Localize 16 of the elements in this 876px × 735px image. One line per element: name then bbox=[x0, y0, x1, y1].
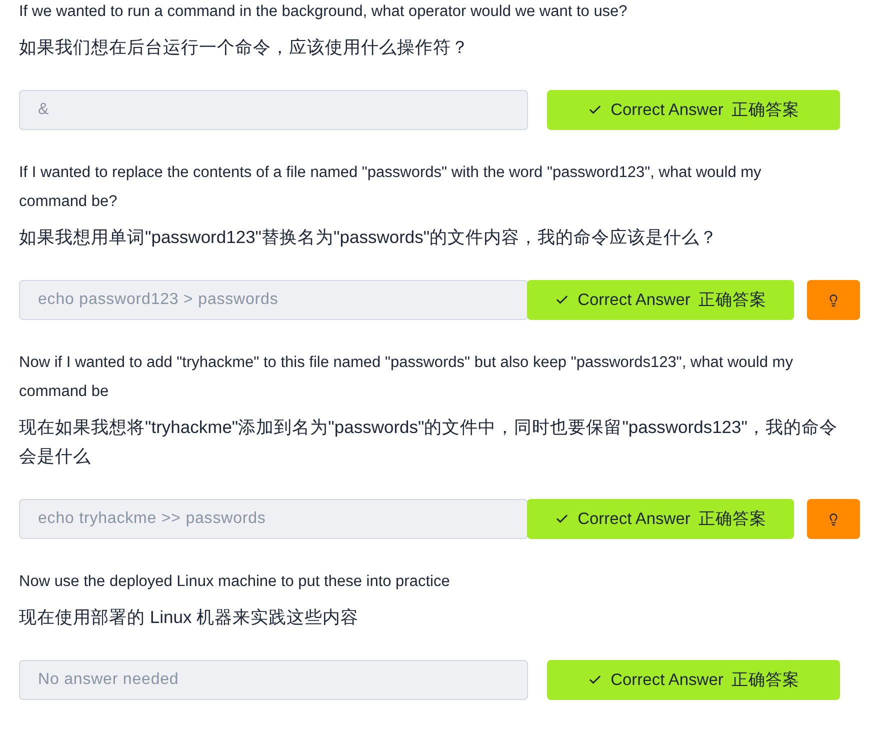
question-text: If I wanted to replace the contents of a file named "passwords" with the word "password123", what would my command be? bbox=[19, 163, 762, 212]
correct-answer-button[interactable]: Correct Answer 正确答案 bbox=[547, 90, 840, 130]
hint-button[interactable] bbox=[807, 280, 860, 320]
lightbulb-icon bbox=[827, 294, 840, 306]
question-text: Now if I wanted to add "tryhackme" to this file named "passwords" but also keep "passwords123", what would my command be bbox=[19, 353, 794, 402]
correct-answer-button[interactable]: Correct Answer 正确答案 bbox=[527, 499, 794, 539]
question-text: If we wanted to run a command in the background, what operator would we want to use? bbox=[19, 2, 628, 22]
hint-button[interactable] bbox=[807, 499, 860, 539]
question-text: 如果我们想在后台运行一个命令，应该使用什么操作符？ bbox=[19, 36, 470, 59]
question-text: 现在使用部署的 Linux 机器来实践这些内容 bbox=[19, 606, 360, 629]
question-text: Now use the deployed Linux machine to put these into practice bbox=[19, 572, 451, 592]
question-text: 现在如果我想将"tryhackme"添加到名为"passwords"的文件中，同时也要保留"passwords123"，我的命令会是什么 bbox=[19, 416, 838, 468]
correct-answer-button[interactable]: Correct Answer 正确答案 bbox=[527, 280, 794, 320]
correct-answer-button[interactable]: Correct Answer 正确答案 bbox=[547, 660, 840, 700]
question-text: 如果我想用单词"password123"替换名为"passwords"的文件内容，我的命令应该是什么？ bbox=[19, 226, 719, 249]
lightbulb-icon bbox=[827, 512, 840, 526]
